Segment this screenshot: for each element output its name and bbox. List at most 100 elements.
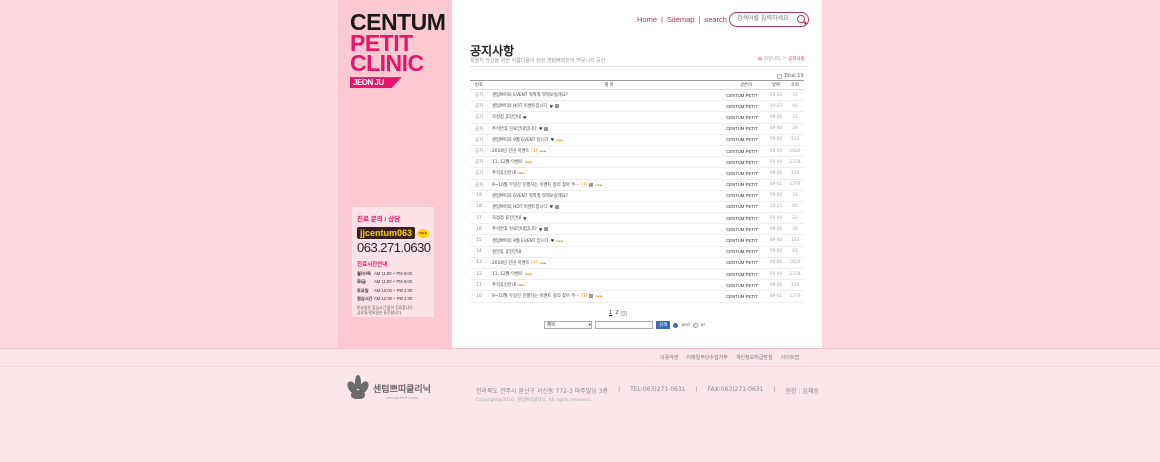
row-subject-text[interactable]: 추석연휴 진료안내입니다 xyxy=(492,126,537,132)
table-row[interactable]: 공지 추석휴진안내 new CENTUM PETIT 09-00 328 xyxy=(470,168,804,180)
search-input[interactable] xyxy=(737,15,797,22)
row-subject-text[interactable]: 센텀쁘띠의 EVENT 뭐뭐뭐 뭐뭐보실래요? xyxy=(492,92,568,98)
footer-link-privacy[interactable]: 개인정보취급방침 xyxy=(736,354,773,361)
row-hits: 1228 xyxy=(789,159,801,165)
row-subject[interactable]: 11, 12월 이벤트 new xyxy=(488,159,726,165)
table-row[interactable]: 17 자정점 휴진안내 ♥ CENTUM PETIT 09-00 33 xyxy=(470,213,804,225)
row-writer: CENTUM PETIT xyxy=(726,170,758,176)
table-row[interactable]: 10 9~10월 두달간 진행하는 이벤트 정리 찾아 주··· [1] new CEN… xyxy=(470,291,804,303)
comment-count: [1] xyxy=(531,148,538,154)
row-subject-text[interactable]: 2016년 신년 이벤트 xyxy=(492,260,529,266)
and-radio[interactable] xyxy=(673,322,679,328)
table-row[interactable]: 공지 추석연휴 진료안내입니다 ♥ CENTUM PETIT 09-00 39 xyxy=(470,124,804,135)
row-subject-text[interactable]: 9~10월 두달간 진행하는 이벤트 정리 찾아 주··· xyxy=(492,293,579,299)
row-subject[interactable]: 설연휴 휴진안내 xyxy=(488,249,726,255)
search-icon[interactable] xyxy=(797,15,805,23)
row-subject[interactable]: 센텀쁘띠의 EVENT 뭐뭐뭐 뭐뭐보실래요? xyxy=(488,193,726,199)
row-subject-text[interactable]: 센텀쁘띠의 HOT 이벤트입니다 xyxy=(492,103,547,109)
phone-number: 063.271.0630 xyxy=(357,240,431,255)
row-subject-text[interactable]: 센텀쁘띠의 HOT 이벤트입니다 xyxy=(492,204,547,210)
row-subject-text[interactable]: 2016년 신년 이벤트 xyxy=(492,148,529,154)
footer-link-terms[interactable]: 이용약관 xyxy=(660,354,678,361)
row-subject-text[interactable]: 센텀쁘띠의 9월 EVENT 입니다 xyxy=(492,238,549,244)
row-subject[interactable]: 2016년 신년 이벤트 [1] new xyxy=(488,260,726,266)
table-row[interactable]: 19 센텀쁘띠의 EVENT 뭐뭐뭐 뭐뭐보실래요? CENTUM PETIT 09-… xyxy=(470,191,804,202)
hours-row: 점심시간 AM 12:30 ~ PM 2:00 xyxy=(357,296,413,301)
row-subject[interactable]: 9~10월 두달간 진행하는 이벤트 정리 찾아 주··· [1] new xyxy=(488,293,726,300)
keyword-input[interactable] xyxy=(595,321,653,329)
kakao-id-row[interactable]: jjcentum063 TALK xyxy=(357,227,429,239)
new-icon: new xyxy=(539,149,547,154)
heart-icon: ♥ xyxy=(550,137,555,143)
or-radio[interactable] xyxy=(692,322,698,328)
row-writer: CENTUM PETIT xyxy=(726,92,758,98)
row-subject[interactable]: 센텀쁘띠의 9월 EVENT 입니다 ♥ new xyxy=(488,137,726,143)
row-subject[interactable]: 자정점 휴진안내 ♥ xyxy=(488,114,726,121)
row-subject[interactable]: 센텀쁘띠의 EVENT 뭐뭐뭐 뭐뭐보실래요? xyxy=(488,92,726,98)
row-subject[interactable]: 센텀쁘띠의 9월 EVENT 입니다 ♥ new xyxy=(488,238,726,244)
search-button[interactable]: 검색 xyxy=(656,321,671,329)
row-subject[interactable]: 2016년 신년 이벤트 [1] new xyxy=(488,148,726,155)
breadcrumb-community[interactable]: 커뮤니티 xyxy=(764,56,781,62)
new-icon: new xyxy=(517,171,525,176)
footer-link-sitemap[interactable]: 사이트맵 xyxy=(781,354,799,361)
table-row[interactable]: 15 센텀쁘띠의 9월 EVENT 입니다 ♥ new CENTUM PETIT 09-0… xyxy=(470,235,804,247)
footer-link-email[interactable]: 이메일무단수집거부 xyxy=(686,354,727,361)
table-row[interactable]: 12 11, 12월 이벤트 new CENTUM PETIT 09-00 1228 xyxy=(470,269,804,281)
row-subject-text[interactable]: 11, 12월 이벤트 xyxy=(492,271,523,277)
search-label: search xyxy=(704,15,727,24)
table-row[interactable]: 공지 11, 12월 이벤트 new CENTUM PETIT 09-00 1228 xyxy=(470,157,804,169)
row-subject[interactable]: 9~10월 두달간 진행하는 이벤트 정리 찾아 주··· [1] new xyxy=(488,182,726,188)
clinic-logo[interactable]: CENTUM PETIT CLINIC JEON JU xyxy=(350,11,446,89)
page-2[interactable]: 2 xyxy=(615,310,618,316)
page-1[interactable]: 1 xyxy=(609,310,612,316)
row-subject-text[interactable]: 추석휴진안내 xyxy=(492,170,516,176)
row-subject[interactable]: 추석휴진안내 new xyxy=(488,170,726,176)
table-row[interactable]: 11 추석휴진안내 new CENTUM PETIT 09-00 328 xyxy=(470,280,804,292)
footer-separator: | xyxy=(618,386,621,393)
search-field-select[interactable]: 제목 ▾ xyxy=(544,321,592,329)
table-row[interactable]: 18 센텀쁘띠의 HOT 이벤트입니다 ♥ CENTUM PETIT 10-23 60 xyxy=(470,202,804,214)
select-all-checkbox[interactable] xyxy=(777,73,782,79)
home-link[interactable]: Home xyxy=(637,15,657,24)
table-row[interactable]: 13 2016년 신년 이벤트 [1] new CENTUM PETIT 09-00 162… xyxy=(470,258,804,269)
table-row[interactable]: 16 추석연휴 진료안내입니다 ♥ CENTUM PETIT 09-00 39 xyxy=(470,224,804,236)
row-subject[interactable]: 센텀쁘띠의 HOT 이벤트입니다 ♥ xyxy=(488,204,726,210)
row-subject[interactable]: 추석연휴 진료안내입니다 ♥ xyxy=(488,226,726,232)
row-subject-text[interactable]: 자정점 휴진안내 xyxy=(492,114,521,120)
row-date: 09-00 xyxy=(769,159,783,165)
row-subject[interactable]: 자정점 휴진안내 ♥ xyxy=(488,215,726,222)
row-no: 15 xyxy=(476,238,482,244)
row-subject[interactable]: 추석연휴 진료안내입니다 ♥ xyxy=(488,126,726,132)
row-writer: CENTUM PETIT xyxy=(726,159,758,165)
row-writer: CENTUM PETIT xyxy=(726,282,758,288)
row-subject-text[interactable]: 9~10월 두달간 진행하는 이벤트 정리 찾아 주··· xyxy=(492,182,579,188)
table-row[interactable]: 공지 2016년 신년 이벤트 [1] new CENTUM PETIT 09-00 162… xyxy=(470,146,804,158)
table-row[interactable]: 공지 자정점 휴진안내 ♥ CENTUM PETIT 09-00 33 xyxy=(470,112,804,124)
row-subject-text[interactable]: 추석연휴 진료안내입니다 xyxy=(492,226,537,232)
table-row[interactable]: 공지 센텀쁘띠의 9월 EVENT 입니다 ♥ new CENTUM PETIT 09-0… xyxy=(470,135,804,146)
sitemap-link[interactable]: Sitemap xyxy=(667,15,695,24)
row-subject-text[interactable]: 센텀쁘띠의 9월 EVENT 입니다 xyxy=(492,137,549,143)
table-row[interactable]: 공지 센텀쁘띠의 HOT 이벤트입니다 ♥ CENTUM PETIT 10-23 60 xyxy=(470,101,804,113)
row-no: 19 xyxy=(476,193,482,199)
table-row[interactable]: 공지 센텀쁘띠의 EVENT 뭐뭐뭐 뭐뭐보실래요? CENTUM PETIT 09-… xyxy=(470,90,804,102)
row-subject-text[interactable]: 설연휴 휴진안내 xyxy=(492,249,521,255)
row-subject-text[interactable]: 추석휴진안내 xyxy=(492,282,516,288)
row-subject-text[interactable]: 자정점 휴진안내 xyxy=(492,215,521,221)
row-subject[interactable]: 추석휴진안내 new xyxy=(488,282,726,288)
header-hits[interactable]: 조회 xyxy=(786,82,804,88)
row-hits: 1228 xyxy=(789,271,801,277)
row-subject[interactable]: 11, 12월 이벤트 new xyxy=(488,271,726,277)
table-row[interactable]: 공지 9~10월 두달간 진행하는 이벤트 정리 찾아 주··· [1] new CEN… xyxy=(470,180,804,191)
new-icon: new xyxy=(524,272,532,277)
home-icon[interactable]: ⌂ xyxy=(758,55,762,62)
top-nav: Home | Sitemap | search xyxy=(637,15,727,24)
row-subject[interactable]: 센텀쁘띠의 HOT 이벤트입니다 ♥ xyxy=(488,103,726,109)
next-page-icon[interactable]: » xyxy=(621,310,628,316)
search-box xyxy=(729,12,809,27)
row-subject-text[interactable]: 센텀쁘띠의 EVENT 뭐뭐뭐 뭐뭐보실래요? xyxy=(492,193,568,199)
row-subject-text[interactable]: 11, 12월 이벤트 xyxy=(492,159,523,165)
header-date[interactable]: 날짜 xyxy=(766,82,786,88)
table-row[interactable]: 14 설연휴 휴진안내 CENTUM PETIT 09-00 63 xyxy=(470,247,804,258)
